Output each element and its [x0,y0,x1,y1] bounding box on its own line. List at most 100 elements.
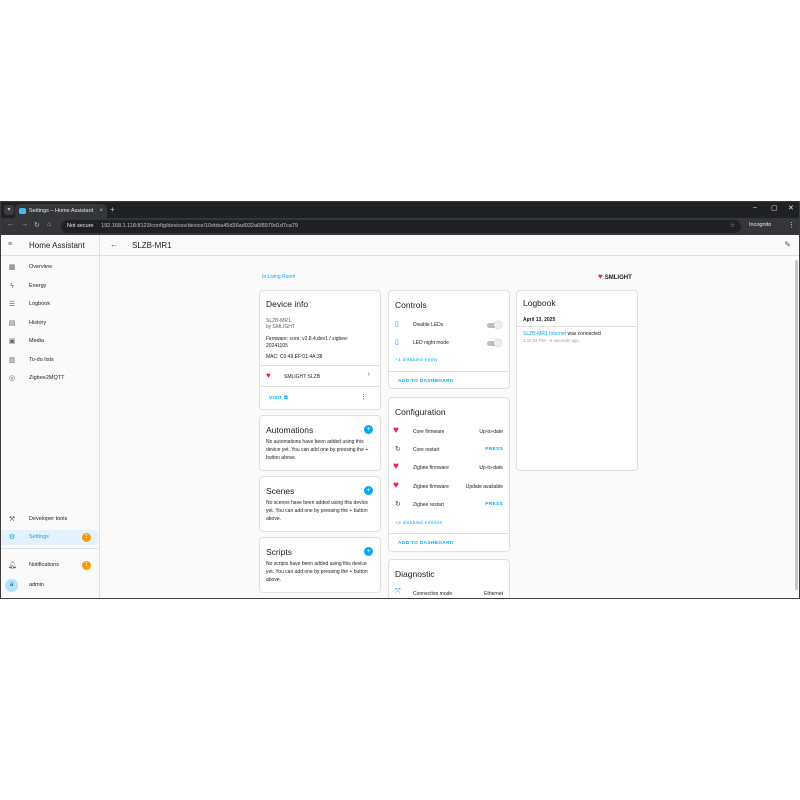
sidebar-header: ≡ Home Assistant [1,235,99,256]
add-to-dashboard-button[interactable]: ADD TO DASHBOARD [398,541,454,546]
scripts-card: Scripts + No scripts have been added usi… [259,537,381,593]
sidebar-item-zigbee2mqtt[interactable]: ◎ Zigbee2MQTT [1,371,98,386]
row-label: Core firmware [413,429,445,435]
menu-icon[interactable]: ≡ [8,241,12,248]
chart-icon: ▤ [8,320,16,327]
restore-icon[interactable]: ▢ [771,204,778,212]
sidebar-item-media[interactable]: ▣ Media [1,334,98,349]
sidebar-item-profile[interactable]: a admin [1,576,98,594]
notifications-badge: 1 [82,561,91,570]
back-icon[interactable]: ← [7,221,14,228]
logbook-date: April 13, 2025 [523,317,556,323]
controls-card: Controls ▯ Disable LEDs ▯ LED night mode… [388,290,510,389]
row-label: Zigbee firmware [413,484,449,490]
card-title: Scenes [266,486,295,496]
back-arrow-icon[interactable]: ← [110,240,118,249]
logbook-entity-link[interactable]: SLZB-MR1 Internet [523,331,566,337]
clipboard-icon: ▥ [8,357,16,364]
dashboard-icon: ▦ [8,264,16,271]
disable-leds-toggle[interactable] [487,321,502,329]
close-window-icon[interactable]: ✕ [788,204,794,212]
core-restart-press-button[interactable]: PRESS [485,447,503,452]
phone-led-icon: ▯ [395,339,399,346]
forward-icon[interactable]: → [21,221,28,228]
sidebar-item-notifications[interactable]: 🔔︎ Notifications 1 [1,558,98,573]
card-text: yet. You can add one by pressing the + b… [266,569,368,575]
sidebar-item-history[interactable]: ▤ History [1,316,98,331]
browser-menu-icon[interactable]: ⋮ [788,221,795,229]
update-available-value[interactable]: Update available [466,484,503,490]
area-link[interactable]: In Living Room [262,274,295,280]
bookmark-star-icon[interactable]: ☆ [730,220,735,233]
card-text: No automations have been added using thi… [266,439,364,445]
visit-link[interactable]: VISIT ⧉ [269,395,288,401]
bell-icon: 🔔︎ [8,562,17,569]
sidebar-item-logbook[interactable]: ☰ Logbook [1,297,98,312]
zigbee-restart-press-button[interactable]: PRESS [485,502,503,507]
diagnostic-card: Diagnostic ⤧ Connection mode Ethernet [388,559,510,598]
logbook-time: 1:11:04 PM - 6 seconds ago [523,338,579,343]
card-title: Automations [266,425,314,435]
restart-icon: ↻ [395,446,401,453]
add-to-dashboard-button[interactable]: ADD TO DASHBOARD [398,379,454,384]
external-link-icon: ⧉ [284,396,288,401]
phone-led-icon: ▯ [395,321,399,328]
new-tab-icon[interactable]: + [110,205,115,214]
firmware-line: 20241105 [266,343,288,349]
sidebar-item-label: Developer tools [29,516,68,522]
card-text: No scenes have been added using this dev… [266,500,369,506]
avatar: a [5,579,18,592]
media-icon: ▣ [8,338,16,345]
row-value: Up-to-date [479,465,503,471]
sidebar-item-overview[interactable]: ▦ Overview [1,260,98,275]
row-label: Zigbee firmware [413,465,449,471]
smlight-heart-icon: ♥ [393,480,399,491]
disabled-entities-link[interactable]: +1 disabled entity [395,358,438,363]
lightning-icon: ϟ [10,283,14,290]
card-text: button above. [266,455,297,461]
sidebar-item-label: History [29,320,47,326]
led-night-mode-toggle[interactable] [487,339,502,347]
chevron-right-icon[interactable]: › [368,371,370,378]
automations-card: Automations + No automations have been a… [259,415,381,471]
sidebar-item-settings[interactable]: ⚙ Settings 1 [1,530,98,545]
card-title: Device info [266,299,309,309]
brand-logo: ♥ SMLIGHT [598,272,632,281]
add-automation-button[interactable]: + [364,425,373,434]
sidebar-item-energy[interactable]: ϟ Energy [1,279,98,294]
add-scene-button[interactable]: + [364,486,373,495]
card-title: Diagnostic [395,569,435,579]
reload-icon[interactable]: ↻ [34,221,40,229]
tab-close-icon[interactable]: × [99,204,103,218]
add-script-button[interactable]: + [364,547,373,556]
card-divider [260,365,380,366]
row-label: Disable LEDs [413,322,444,328]
sidebar-item-label: Settings [29,534,49,540]
minimize-icon[interactable]: – [753,204,757,211]
url-text: 192.168.1.118:8123/config/devices/device… [101,223,298,229]
scrollbar[interactable] [795,260,798,590]
sidebar-item-todo[interactable]: ▥ To-do lists [1,353,98,368]
smlight-heart-icon: ♥ [393,425,399,436]
device-info-card: Device info SLZB-MR1 by SMLIGHT Firmware… [259,290,381,410]
configuration-card: Configuration ♥ Core firmware Up-to-date… [388,397,510,552]
home-icon[interactable]: ⌂ [47,221,51,228]
more-options-icon[interactable]: ⋮ [360,393,367,401]
integration-link[interactable]: SMLIGHT SLZB [284,374,320,380]
sidebar: ≡ Home Assistant ▦ Overview ϟ Energy ☰ L… [1,235,100,598]
address-bar[interactable]: Not secure 192.168.1.118:8123/config/dev… [61,220,741,233]
card-text: No scripts have been added using this de… [266,561,367,567]
gear-icon: ⚙ [8,534,16,541]
connection-icon: ⤧ [395,588,401,595]
incognito-label[interactable]: Incognito [749,222,771,228]
tab-search-icon[interactable]: ▾ [4,205,14,215]
sidebar-item-developer-tools[interactable]: ⚒ Developer tools [1,512,98,527]
browser-tab[interactable]: Settings – Home Assistant × [15,204,107,218]
not-secure-label[interactable]: Not secure [67,223,94,229]
brand-name: SMLIGHT [604,275,632,281]
browser-window: ▾ Settings – Home Assistant × + – ▢ ✕ ← … [0,201,800,599]
edit-pencil-icon[interactable]: ✎ [784,240,791,249]
scenes-card: Scenes + No scenes have been added using… [259,476,381,532]
smlight-heart-icon: ♥ [393,461,399,472]
disabled-entities-link[interactable]: +2 disabled entities [395,521,442,526]
